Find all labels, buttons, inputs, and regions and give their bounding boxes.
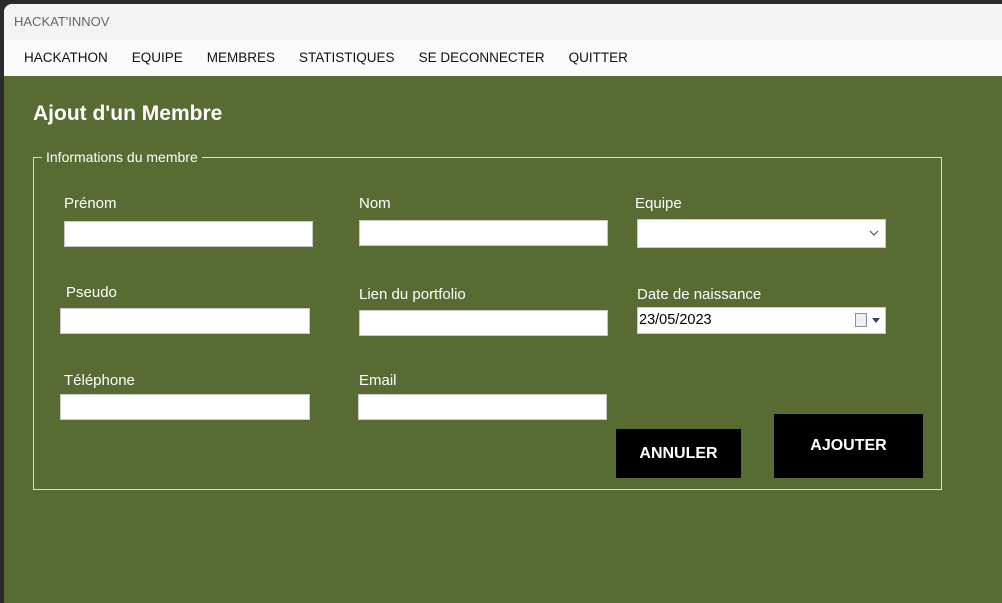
cancel-button[interactable]: ANNULER bbox=[616, 429, 741, 478]
portfolio-label: Lien du portfolio bbox=[359, 286, 466, 303]
menu-item-quitter[interactable]: QUITTER bbox=[557, 40, 640, 76]
nom-label: Nom bbox=[359, 195, 391, 212]
pseudo-label: Pseudo bbox=[66, 284, 117, 301]
naissance-value: 23/05/2023 bbox=[639, 312, 712, 328]
menu-item-membres[interactable]: MEMBRES bbox=[195, 40, 287, 76]
page-title: Ajout d'un Membre bbox=[33, 102, 223, 125]
menu-item-hackathon[interactable]: HACKATHON bbox=[12, 40, 120, 76]
prenom-input[interactable] bbox=[64, 221, 313, 247]
naissance-datepicker[interactable]: 23/05/2023 bbox=[637, 307, 886, 334]
menu-bar: HACKATHON EQUIPE MEMBRES STATISTIQUES SE… bbox=[4, 40, 1002, 76]
naissance-label: Date de naissance bbox=[637, 286, 762, 303]
portfolio-input[interactable] bbox=[359, 310, 608, 336]
chevron-down-icon bbox=[869, 230, 879, 236]
prenom-label: Prénom bbox=[64, 195, 117, 212]
form-panel: Ajout d'un Membre Informations du membre… bbox=[4, 76, 1002, 603]
window-title: HACKAT'INNOV bbox=[14, 14, 110, 29]
pseudo-input[interactable] bbox=[60, 308, 310, 334]
nom-input[interactable] bbox=[359, 220, 608, 246]
group-label: Informations du membre bbox=[42, 149, 202, 165]
menu-item-se-deconnecter[interactable]: SE DECONNECTER bbox=[407, 40, 557, 76]
menu-item-statistiques[interactable]: STATISTIQUES bbox=[287, 40, 407, 76]
equipe-select[interactable] bbox=[637, 219, 886, 248]
calendar-icon[interactable] bbox=[855, 313, 867, 327]
equipe-label: Equipe bbox=[635, 195, 682, 212]
add-button[interactable]: AJOUTER bbox=[774, 414, 923, 478]
dropdown-arrow-icon[interactable] bbox=[872, 318, 880, 323]
email-label: Email bbox=[359, 372, 397, 389]
email-input[interactable] bbox=[358, 394, 607, 420]
telephone-label: Téléphone bbox=[64, 372, 135, 389]
menu-item-equipe[interactable]: EQUIPE bbox=[120, 40, 195, 76]
telephone-input[interactable] bbox=[60, 394, 310, 420]
title-bar: HACKAT'INNOV bbox=[4, 4, 1002, 40]
app-window: HACKAT'INNOV HACKATHON EQUIPE MEMBRES ST… bbox=[4, 4, 1002, 603]
